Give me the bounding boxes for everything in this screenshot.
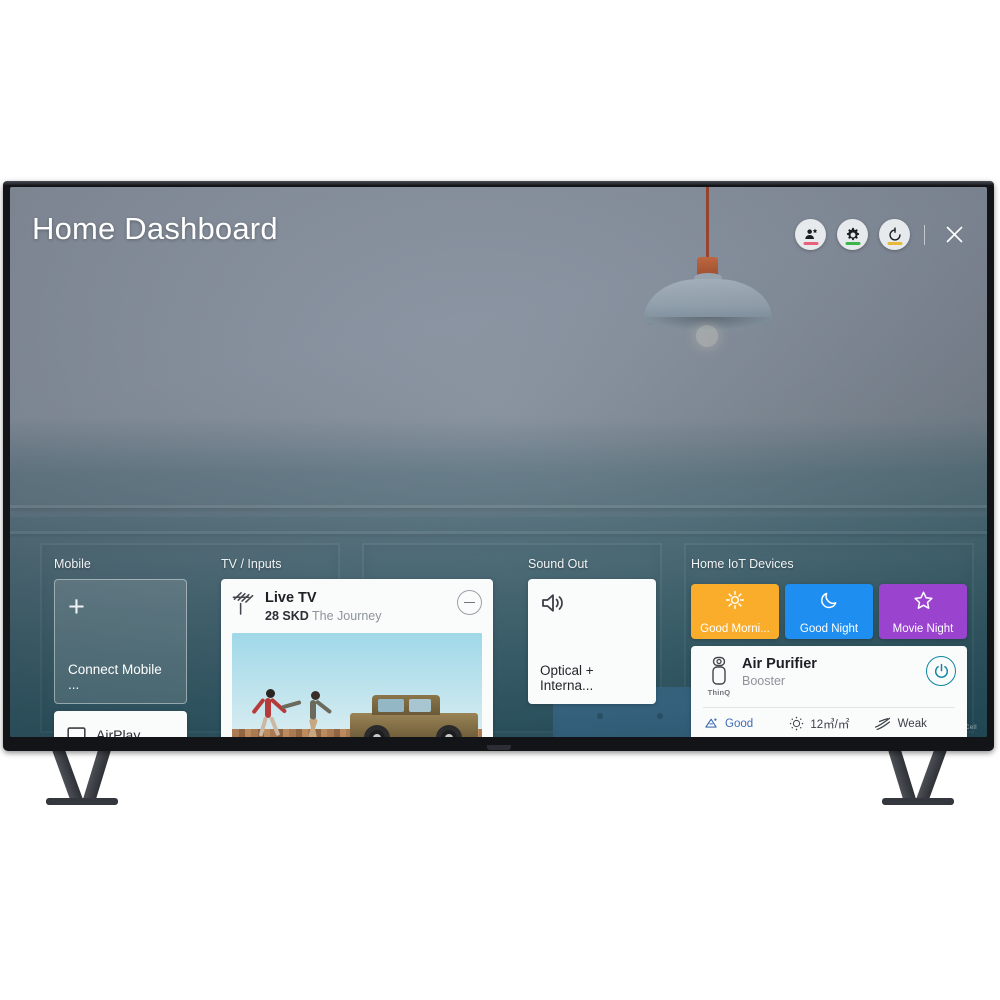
scene-good-morning[interactable]: Good Morni... [691,584,779,639]
tv-stand-right-leg-outer [915,750,947,802]
live-tv-card-text: Live TV 28 SKD The Journey [265,590,382,623]
iot-card-air-purifier[interactable]: ThinQ Air Purifier Booster Good 12㎥/㎡ We… [691,646,967,737]
user-account-icon [804,228,817,239]
wind-icon [874,717,890,731]
live-tv-preview-card[interactable]: Live TV 28 SKD The Journey [221,579,493,737]
air-purifier-power-button[interactable] [926,656,956,686]
sound-out-label: Optical + Interna... [540,663,594,693]
tv-stand-right-leg-inner [888,750,917,802]
remove-live-tv-button[interactable] [457,590,482,615]
user-account-button[interactable] [795,219,826,250]
sun-icon [725,590,745,610]
column-label-tv-inputs: TV / Inputs [221,557,282,571]
dust-icon [790,716,804,731]
home-dashboard-overlay: Home Dashboard Mobile TV / Inputs Sound … [10,187,987,737]
connect-mobile-label: Connect Mobile ... [68,662,162,692]
scene-good-night-label: Good Night [799,623,859,635]
scene-good-morning-label: Good Morni... [700,623,770,635]
airplay-button[interactable]: AirPlay [54,711,187,737]
tv-screen: Home Dashboard Mobile TV / Inputs Sound … [10,187,987,737]
sound-out-card[interactable]: Optical + Interna... [528,579,656,704]
tv-stand-left-leg-inner [82,750,111,802]
scene-good-night[interactable]: Good Night [785,584,873,639]
tv-brand-mark: LG NanoCell [938,725,977,731]
air-purifier-stat-fan-label: Weak [897,717,927,730]
settings-gear-icon [846,227,859,240]
live-tv-card-header: Live TV 28 SKD The Journey [232,590,482,623]
air-purifier-stat-dust: 12㎥/㎡ [788,715,869,732]
air-purifier-stats: Good 12㎥/㎡ Weak [691,708,967,737]
header-actions [795,219,969,250]
refresh-indicator [887,242,902,245]
speaker-icon [542,594,563,612]
air-purifier-thinq-label: ThinQ [707,688,731,697]
refresh-button[interactable] [879,219,910,250]
column-label-home-iot: Home IoT Devices [691,557,794,571]
column-label-sound-out: Sound Out [528,557,588,571]
plus-icon: + [68,591,85,623]
live-tv-card-title: Live TV [265,590,317,606]
air-quality-icon [705,718,717,728]
air-purifier-icon [712,656,726,685]
settings-button[interactable] [837,219,868,250]
live-tv-thumbnail [232,632,482,737]
moon-icon [821,592,837,609]
air-purifier-brand: ThinQ [702,656,736,697]
header-divider [924,224,925,245]
page-title: Home Dashboard [32,211,278,246]
tv-bezel-highlight [3,181,994,185]
screenshot-root: Home Dashboard Mobile TV / Inputs Sound … [0,0,1000,1000]
airplay-label: AirPlay [96,727,141,737]
settings-indicator [845,242,860,245]
air-purifier-stat-dust-label: 12㎥/㎡ [810,718,850,731]
airplay-icon [67,726,86,737]
minus-icon [464,601,475,604]
tv-stand-right-pad [882,798,954,805]
star-icon [913,591,933,609]
scene-movie-night[interactable]: Movie Night [879,584,967,639]
air-purifier-header: ThinQ Air Purifier Booster [691,646,967,697]
connect-mobile-card[interactable]: + Connect Mobile ... [54,579,187,704]
tv-stand-left-pad [46,798,118,805]
air-purifier-stat-quality: Good [703,715,784,732]
tv-stand-left-leg-outer [52,750,84,802]
live-tv-program: The Journey [312,608,382,623]
live-tv-card-subtitle: 28 SKD The Journey [265,609,382,623]
refresh-icon [888,226,901,241]
antenna-icon [232,592,254,615]
scene-movie-night-label: Movie Night [892,623,954,635]
close-button[interactable] [939,220,969,250]
thumbnail-vehicle [350,695,480,737]
power-icon [934,663,948,678]
user-account-indicator [803,242,818,245]
column-label-mobile: Mobile [54,557,91,571]
air-purifier-state: Booster [742,674,786,688]
air-purifier-name: Air Purifier [742,656,817,672]
tv-logo-nub [486,745,511,750]
tv-bezel: Home Dashboard Mobile TV / Inputs Sound … [3,181,994,751]
air-purifier-stat-quality-label: Good [725,717,754,730]
live-tv-channel: 28 SKD [265,608,309,623]
close-icon [946,226,962,243]
air-purifier-text: Air Purifier Booster [742,656,926,688]
